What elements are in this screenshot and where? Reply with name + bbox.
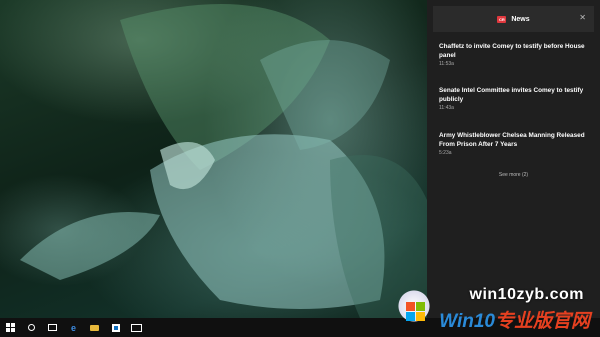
see-more-link[interactable]: See more (2) [427, 172, 600, 178]
notification-item[interactable]: Senate Intel Committee invites Comey to … [439, 86, 589, 111]
notification-group-title: News [511, 15, 530, 23]
file-explorer-icon [90, 324, 99, 331]
notification-headline: Army Whistleblower Chelsea Manning Relea… [439, 132, 585, 148]
notification-item[interactable]: Chaffetz to invite Comey to testify befo… [439, 42, 589, 67]
close-icon[interactable]: ✕ [579, 13, 586, 22]
edge-button[interactable]: e [63, 318, 84, 337]
news-app-icon: CR [497, 15, 507, 23]
watermark-url: win10zyb.com [469, 286, 584, 303]
windows-logo-icon [396, 288, 432, 324]
notification-group-header[interactable]: CR News ✕ [433, 6, 594, 32]
edge-icon: e [70, 322, 76, 333]
cortana-button[interactable] [21, 318, 42, 337]
notification-time: 11:53a [439, 61, 454, 67]
start-icon [6, 323, 15, 332]
cortana-icon [28, 324, 35, 331]
watermark: win10zyb.com Win10专业版官网 [394, 282, 594, 334]
watermark-brand-part1: Win10 [439, 311, 495, 332]
action-center-panel: CR News ✕ Chaffetz to invite Comey to te… [427, 0, 600, 318]
notification-headline: Senate Intel Committee invites Comey to … [439, 87, 584, 103]
store-button[interactable] [105, 318, 126, 337]
store-icon [111, 323, 120, 332]
mail-icon [131, 323, 142, 332]
notification-headline: Chaffetz to invite Comey to testify befo… [439, 43, 585, 59]
mail-button[interactable] [126, 318, 147, 337]
task-view-button[interactable] [42, 318, 63, 337]
file-explorer-button[interactable] [84, 318, 105, 337]
notification-time: 11:43a [439, 105, 454, 111]
task-view-icon [48, 324, 57, 331]
notification-item[interactable]: Army Whistleblower Chelsea Manning Relea… [439, 131, 589, 156]
start-button[interactable] [0, 318, 21, 337]
notification-time: 5:23a [439, 150, 452, 156]
watermark-brand-part2: 专业版官网 [494, 311, 590, 332]
watermark-brand: Win10专业版官网 [439, 306, 590, 333]
